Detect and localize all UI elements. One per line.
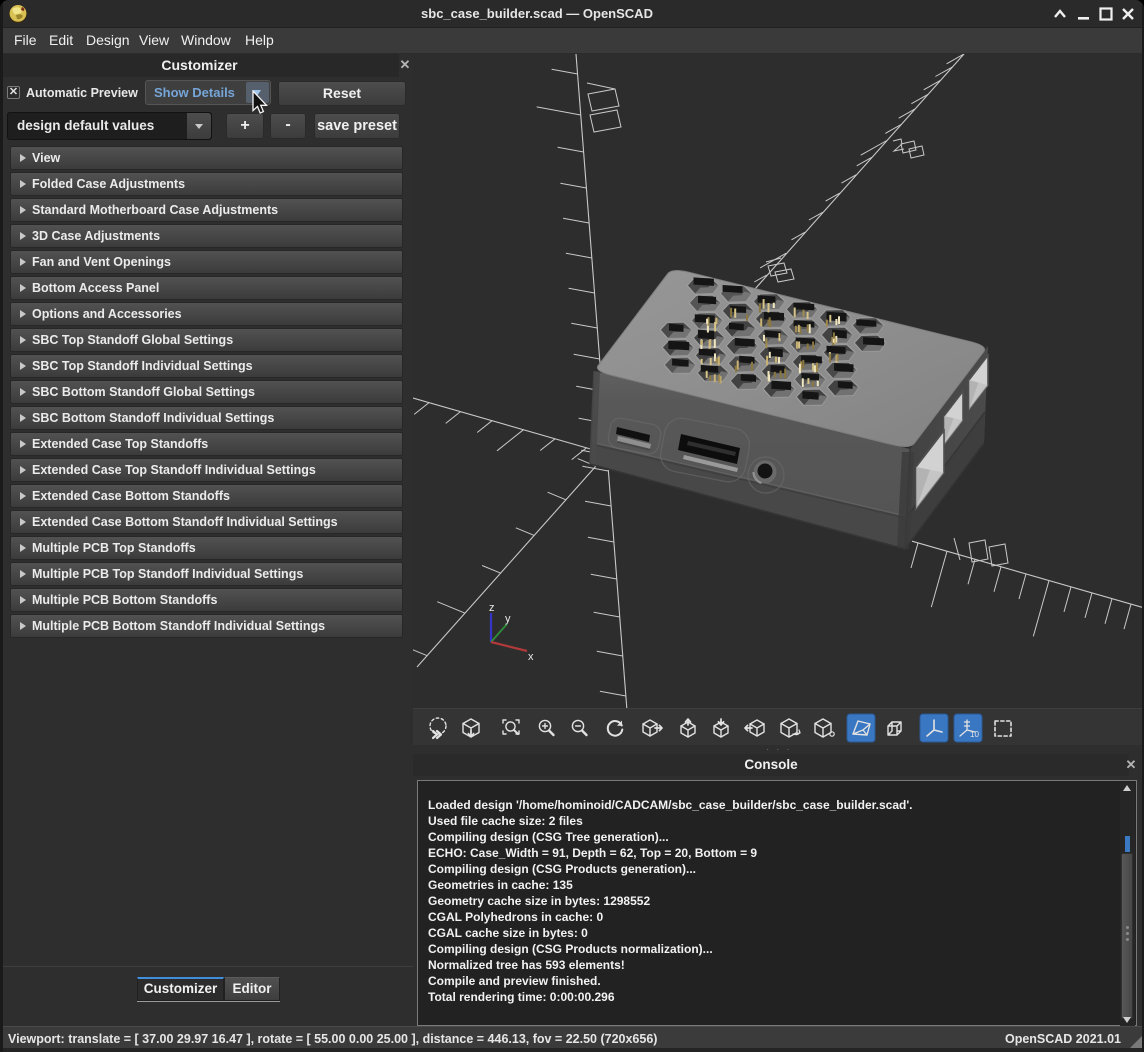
svg-text:x: x: [528, 651, 534, 663]
svg-text:z: z: [489, 602, 495, 614]
svg-text:y: y: [505, 613, 511, 625]
svg-text:10: 10: [970, 730, 979, 739]
